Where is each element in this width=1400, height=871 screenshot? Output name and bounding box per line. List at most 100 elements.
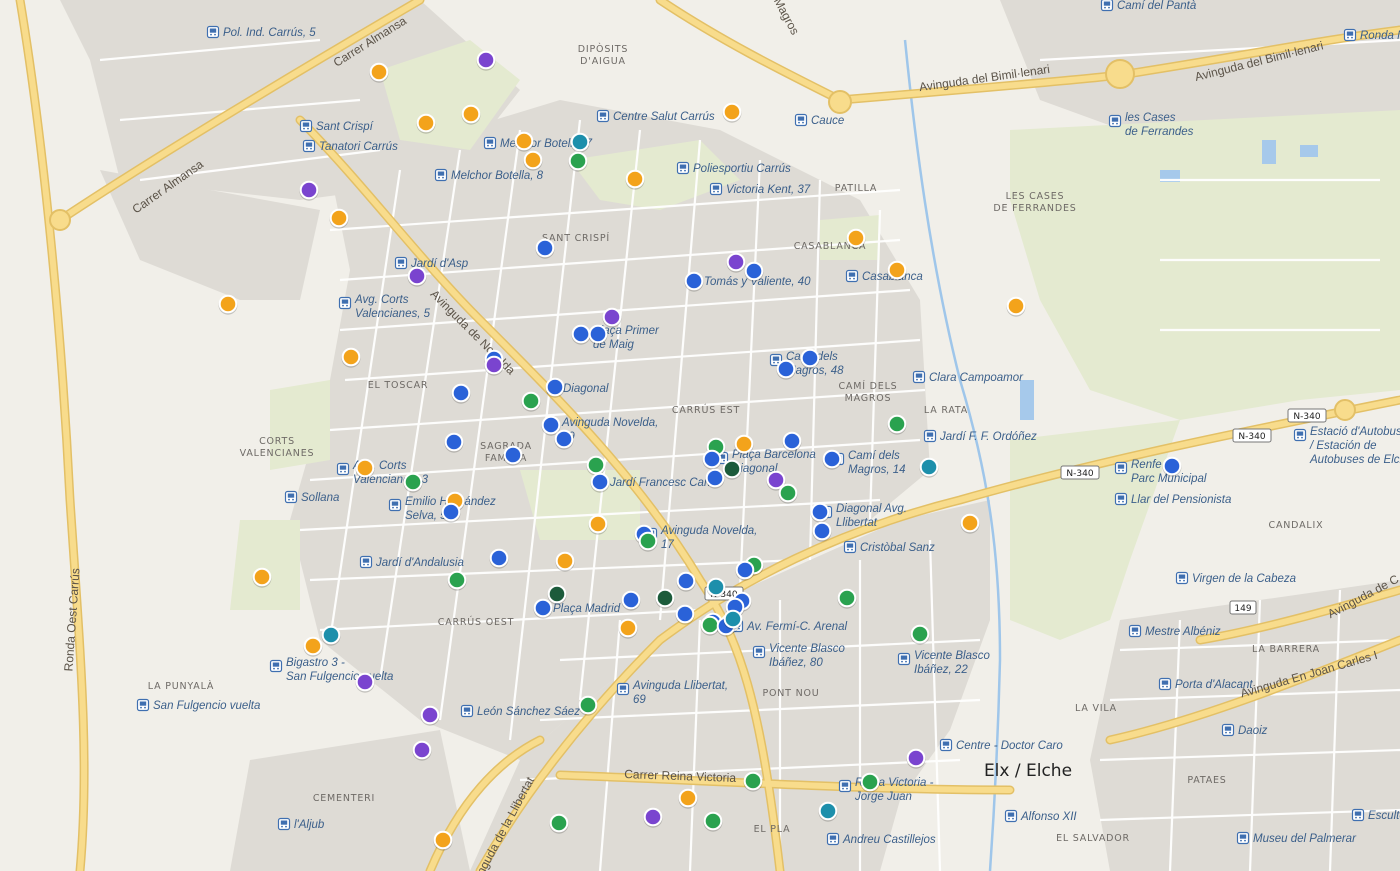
blue-marker[interactable] [545, 377, 565, 397]
bus-stop[interactable]: Centre - Doctor Caro [939, 738, 1064, 753]
orange-marker[interactable] [433, 830, 453, 850]
bus-stop[interactable]: Jardí Francesc Cano [593, 475, 718, 490]
purple-marker[interactable] [407, 266, 427, 286]
bus-stop[interactable]: Jardí F. F. Ordóñez [923, 429, 1037, 444]
purple-marker[interactable] [476, 50, 496, 70]
purple-marker[interactable] [643, 807, 663, 827]
blue-marker[interactable] [675, 604, 695, 624]
purple-marker[interactable] [906, 748, 926, 768]
teal-marker[interactable] [723, 609, 743, 629]
bus-stop[interactable]: Melchor Botella, 8 [434, 168, 544, 183]
orange-marker[interactable] [555, 551, 575, 571]
purple-marker[interactable] [420, 705, 440, 725]
purple-marker[interactable] [299, 180, 319, 200]
bus-stop[interactable]: Alfonso XII [1004, 809, 1078, 824]
purple-marker[interactable] [355, 672, 375, 692]
darkgreen-marker[interactable] [722, 459, 742, 479]
green-marker[interactable] [578, 695, 598, 715]
green-marker[interactable] [837, 588, 857, 608]
blue-marker[interactable] [684, 271, 704, 291]
bus-stop[interactable]: Jardí d'Andalusia [359, 555, 464, 570]
darkgreen-marker[interactable] [547, 584, 567, 604]
green-marker[interactable] [887, 414, 907, 434]
blue-marker[interactable] [503, 445, 523, 465]
orange-marker[interactable] [416, 113, 436, 133]
darkgreen-marker[interactable] [655, 588, 675, 608]
teal-marker[interactable] [321, 625, 341, 645]
green-marker[interactable] [638, 531, 658, 551]
blue-marker[interactable] [535, 238, 555, 258]
green-marker[interactable] [910, 624, 930, 644]
blue-marker[interactable] [705, 468, 725, 488]
orange-marker[interactable] [960, 513, 980, 533]
green-marker[interactable] [521, 391, 541, 411]
bus-stop[interactable]: Victoria Kent, 37 [709, 182, 811, 197]
blue-marker[interactable] [571, 324, 591, 344]
green-marker[interactable] [778, 483, 798, 503]
green-marker[interactable] [743, 771, 763, 791]
orange-marker[interactable] [1006, 296, 1026, 316]
bus-stop[interactable]: Pol. Ind. Carrús, 5 [206, 25, 317, 40]
bus-stop[interactable]: Av. Fermí-C. Arenal [730, 619, 848, 634]
orange-marker[interactable] [218, 294, 238, 314]
bus-stop[interactable]: Centre Salut Carrús [596, 109, 715, 124]
blue-marker[interactable] [800, 348, 820, 368]
blue-marker[interactable] [702, 449, 722, 469]
orange-marker[interactable] [722, 102, 742, 122]
bus-stop[interactable]: Sollana [284, 490, 340, 505]
bus-stop[interactable]: Cauce [794, 113, 845, 128]
orange-marker[interactable] [618, 618, 638, 638]
bus-stop[interactable]: Daoiz [1221, 723, 1268, 738]
purple-marker[interactable] [766, 470, 786, 490]
green-marker[interactable] [568, 151, 588, 171]
green-marker[interactable] [703, 811, 723, 831]
orange-marker[interactable] [355, 458, 375, 478]
bus-stop[interactable]: Jardí d'Asp [394, 256, 469, 271]
city-map[interactable]: DIPÒSITS D'AIGUAPATILLASANT CRISPÍCASABLA… [0, 0, 1400, 871]
green-marker[interactable] [586, 455, 606, 475]
orange-marker[interactable] [303, 636, 323, 656]
blue-marker[interactable] [489, 548, 509, 568]
teal-marker[interactable] [818, 801, 838, 821]
blue-marker[interactable] [776, 359, 796, 379]
teal-marker[interactable] [706, 577, 726, 597]
bus-stop[interactable]: Llar del Pensionista [1114, 492, 1232, 507]
blue-marker[interactable] [554, 429, 574, 449]
purple-marker[interactable] [412, 740, 432, 760]
bus-stop[interactable]: Ronda N [1343, 28, 1400, 43]
blue-marker[interactable] [590, 472, 610, 492]
blue-marker[interactable] [782, 431, 802, 451]
blue-marker[interactable] [812, 521, 832, 541]
blue-marker[interactable] [451, 383, 471, 403]
bus-stop[interactable]: Escultor [1351, 808, 1400, 823]
teal-marker[interactable] [919, 457, 939, 477]
bus-stop[interactable]: Clara Campoamor [912, 370, 1025, 385]
blue-marker[interactable] [533, 598, 553, 618]
bus-stop[interactable]: San Fulgencio vuelta [136, 698, 261, 713]
orange-marker[interactable] [734, 434, 754, 454]
blue-marker[interactable] [621, 590, 641, 610]
green-marker[interactable] [860, 772, 880, 792]
blue-marker[interactable] [744, 261, 764, 281]
blue-marker[interactable] [676, 571, 696, 591]
bus-stop[interactable]: Virgen de la Cabeza [1175, 571, 1297, 586]
orange-marker[interactable] [369, 62, 389, 82]
blue-marker[interactable] [735, 560, 755, 580]
blue-marker[interactable] [441, 502, 461, 522]
orange-marker[interactable] [625, 169, 645, 189]
green-marker[interactable] [403, 472, 423, 492]
blue-marker[interactable] [810, 502, 830, 522]
bus-stop[interactable]: Poliesportiu Carrús [676, 161, 792, 176]
blue-marker[interactable] [822, 449, 842, 469]
orange-marker[interactable] [514, 131, 534, 151]
orange-marker[interactable] [887, 260, 907, 280]
purple-marker[interactable] [602, 307, 622, 327]
green-marker[interactable] [549, 813, 569, 833]
blue-marker[interactable] [588, 324, 608, 344]
green-marker[interactable] [700, 615, 720, 635]
green-marker[interactable] [447, 570, 467, 590]
purple-marker[interactable] [726, 252, 746, 272]
orange-marker[interactable] [588, 514, 608, 534]
blue-marker[interactable] [1162, 456, 1182, 476]
bus-stop[interactable]: León Sánchez Sáez [460, 704, 581, 719]
